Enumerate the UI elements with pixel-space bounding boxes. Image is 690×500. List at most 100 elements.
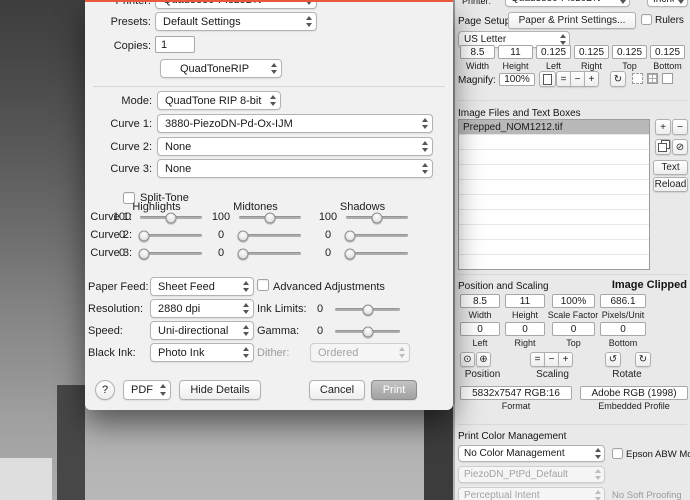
scale-down-button[interactable]: −	[544, 352, 559, 367]
epson-abw-checkbox[interactable]	[612, 448, 623, 459]
slider-thumb[interactable]	[138, 248, 150, 260]
offset-top-caption: Top	[566, 338, 581, 348]
ink-limits-slider[interactable]	[335, 304, 400, 316]
slider-thumb[interactable]	[138, 230, 150, 242]
pane-select[interactable]: QuadToneRIP	[160, 59, 282, 78]
list-row-empty[interactable]	[459, 225, 649, 240]
reload-button[interactable]: Reload	[653, 177, 688, 192]
pixels-per-unit-field[interactable]: 686.1	[600, 294, 646, 308]
pixels-per-unit-caption: Pixels/Unit	[601, 310, 645, 320]
list-row-empty[interactable]	[459, 210, 649, 225]
slider-thumb[interactable]	[344, 230, 356, 242]
list-row-empty[interactable]	[459, 150, 649, 165]
curve1-shadows-slider[interactable]	[346, 212, 408, 224]
cancel-button[interactable]: Cancel	[309, 380, 365, 400]
curve3-shadows-slider[interactable]	[344, 248, 408, 260]
fit-page-button[interactable]	[539, 71, 556, 87]
scale-factor-field[interactable]: 100%	[552, 294, 595, 308]
move-position-button[interactable]: ⊕	[476, 352, 491, 367]
duplicate-image-button[interactable]	[655, 139, 671, 155]
curve3-select[interactable]: None	[157, 159, 433, 178]
units-select[interactable]: Inches	[647, 0, 688, 7]
resolution-select[interactable]: 2880 dpi	[150, 299, 254, 318]
scale-up-button[interactable]: +	[558, 352, 573, 367]
slider-thumb[interactable]	[237, 230, 249, 242]
pdf-menu-button[interactable]: PDF	[123, 380, 171, 400]
rotate-ccw-button[interactable]: ↺	[605, 352, 621, 367]
curve3-midtones-slider[interactable]	[237, 248, 301, 260]
curve2-highlights-slider[interactable]	[138, 230, 202, 242]
list-row-empty[interactable]	[459, 180, 649, 195]
curve1-select[interactable]: 3880-PiezoDN-Pd-Ox-IJM	[157, 114, 433, 133]
offset-bottom-field[interactable]: 0	[600, 322, 646, 336]
slider-thumb[interactable]	[264, 212, 276, 224]
page-width-field[interactable]: 8.5	[460, 45, 495, 59]
speed-select[interactable]: Uni-directional	[150, 321, 254, 340]
curve2-shadows-slider[interactable]	[344, 230, 408, 242]
presets-select[interactable]: Default Settings	[155, 12, 317, 31]
overlay-toggle-icon[interactable]	[632, 73, 643, 84]
list-row-empty[interactable]	[459, 135, 649, 150]
slider-thumb[interactable]	[362, 304, 373, 316]
margin-bottom-field[interactable]: 0.125	[650, 45, 685, 59]
scale-100-button[interactable]: =	[530, 352, 545, 367]
list-item-selected[interactable]: Prepped_NOM1212.tif	[459, 120, 649, 135]
slider-thumb[interactable]	[165, 212, 177, 224]
rulers-checkbox[interactable]	[641, 14, 652, 25]
image-files-list[interactable]: Prepped_NOM1212.tif	[458, 119, 650, 270]
paper-print-settings-button[interactable]: Paper & Print Settings...	[508, 12, 636, 29]
remove-image-button[interactable]: −	[672, 119, 688, 135]
color-management-select[interactable]: No Color Management	[458, 445, 605, 462]
curve3-highlights-slider[interactable]	[138, 248, 202, 260]
zoom-out-button[interactable]: −	[570, 71, 585, 87]
list-row-empty[interactable]	[459, 255, 649, 269]
mode-select[interactable]: QuadTone RIP 8-bit	[157, 91, 281, 110]
margin-left-field[interactable]: 0.125	[536, 45, 571, 59]
panel-printer-select[interactable]: Quad3880-PiezoDN	[505, 0, 630, 7]
position-group-label: Position	[464, 369, 501, 380]
offset-right-field[interactable]: 0	[505, 322, 545, 336]
margin-top-field[interactable]: 0.125	[612, 45, 647, 59]
zoom-100-button[interactable]: =	[556, 71, 571, 87]
image-height-field[interactable]: 11	[505, 294, 545, 308]
slider-thumb[interactable]	[371, 212, 383, 224]
list-row-empty[interactable]	[459, 240, 649, 255]
paper-feed-select[interactable]: Sheet Feed	[150, 277, 254, 296]
curve2-select[interactable]: None	[157, 137, 433, 156]
slider-thumb[interactable]	[362, 326, 373, 338]
margin-right-field[interactable]: 0.125	[574, 45, 609, 59]
zoom-in-button[interactable]: +	[584, 71, 599, 87]
popup-arrows-icon	[616, 0, 629, 6]
border-toggle-icon[interactable]	[662, 73, 673, 84]
print-button[interactable]: Print	[371, 380, 417, 400]
help-button[interactable]: ?	[95, 380, 115, 400]
image-clipped-warning: Image Clipped	[611, 279, 687, 291]
slider-thumb[interactable]	[237, 248, 249, 260]
image-width-field[interactable]: 8.5	[460, 294, 500, 308]
text-button[interactable]: Text	[653, 160, 688, 175]
black-ink-select[interactable]: Photo Ink	[150, 343, 254, 362]
list-row-empty[interactable]	[459, 165, 649, 180]
grid-toggle-icon[interactable]	[647, 73, 658, 84]
rotate-cw-button[interactable]: ↻	[635, 352, 651, 367]
curve2-midtones-slider[interactable]	[237, 230, 301, 242]
hide-details-button[interactable]: Hide Details	[179, 380, 261, 400]
page-height-field[interactable]: 11	[498, 45, 533, 59]
page-setup-label: Page Setup:	[458, 16, 514, 27]
gamma-value: 0	[316, 325, 324, 337]
copies-input[interactable]: 1	[155, 36, 195, 53]
curve1-highlights-slider[interactable]	[140, 212, 202, 224]
disable-image-button[interactable]: ⊘	[672, 139, 688, 155]
redraw-button[interactable]: ↻	[610, 71, 626, 87]
center-position-button[interactable]: ⊙	[460, 352, 475, 367]
gamma-slider[interactable]	[335, 326, 400, 338]
offset-top-field[interactable]: 0	[552, 322, 595, 336]
offset-left-field[interactable]: 0	[460, 322, 500, 336]
magnify-field[interactable]: 100%	[499, 73, 535, 86]
list-row-empty[interactable]	[459, 195, 649, 210]
advanced-adjustments-checkbox[interactable]	[257, 279, 269, 291]
slider-thumb[interactable]	[344, 248, 356, 260]
add-image-button[interactable]: +	[655, 119, 671, 135]
curve1-midtones-slider[interactable]	[239, 212, 301, 224]
offset-right-caption: Right	[514, 338, 536, 348]
